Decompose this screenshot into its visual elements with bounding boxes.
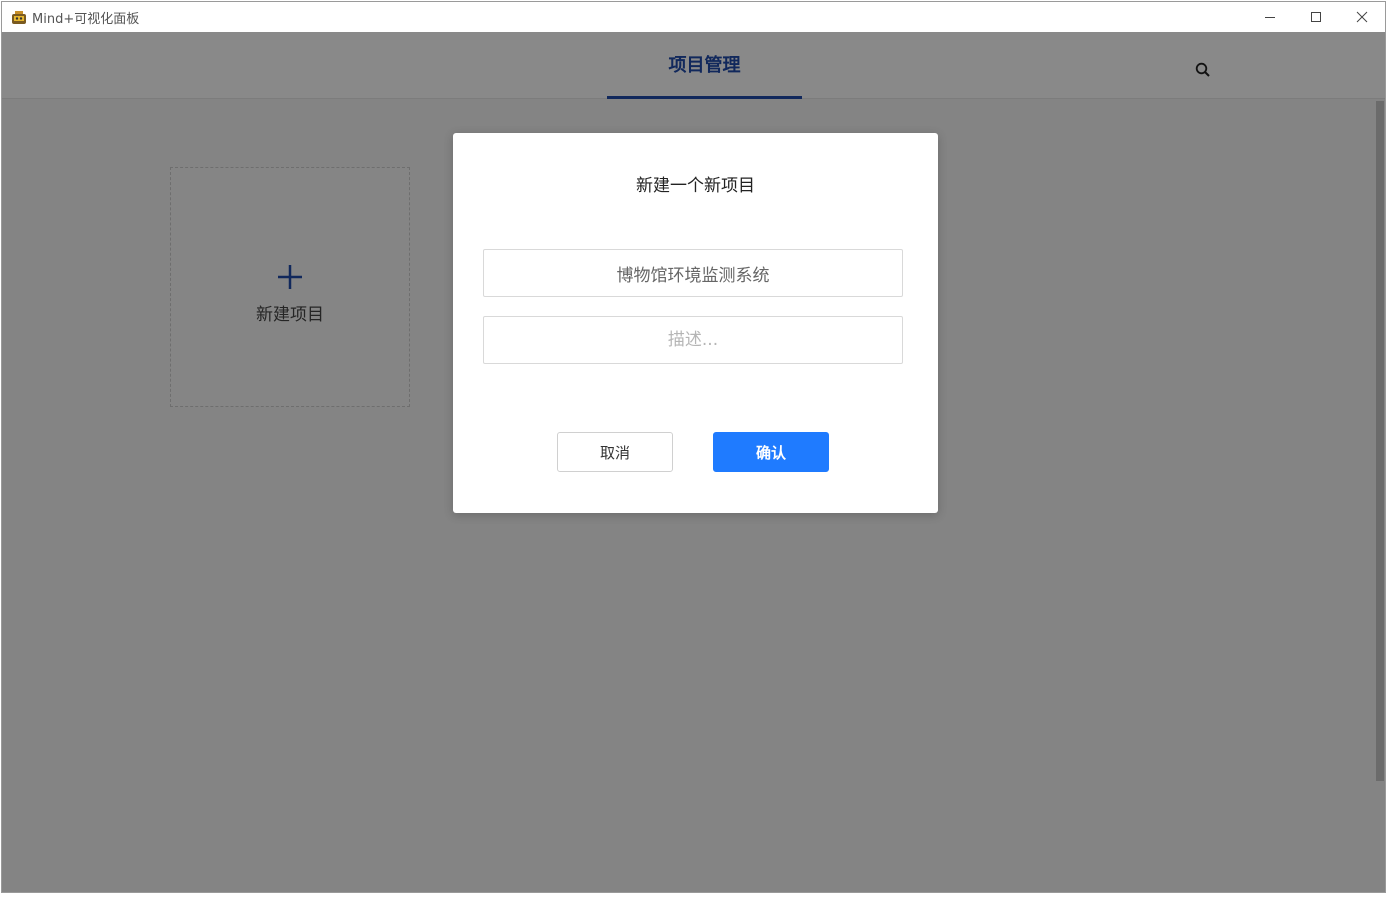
cancel-button[interactable]: 取消 (557, 432, 673, 472)
maximize-icon (1311, 12, 1321, 22)
project-description-input[interactable] (483, 316, 903, 364)
window-title: Mind+可视化面板 (32, 11, 140, 27)
dialog-title: 新建一个新项目 (636, 176, 755, 196)
close-button[interactable] (1339, 2, 1385, 32)
new-project-dialog: 新建一个新项目 取消 确认 (453, 133, 938, 513)
maximize-button[interactable] (1293, 2, 1339, 32)
app-window: Mind+可视化面板 项目管理 新建项目 新建一个新项目 博物馆环境监测系统 描… (1, 1, 1386, 893)
title-bar[interactable]: Mind+可视化面板 (2, 2, 1385, 32)
minimize-button[interactable] (1247, 2, 1293, 32)
app-logo-icon (11, 9, 27, 25)
window-controls (1247, 2, 1385, 32)
confirm-button[interactable]: 确认 (713, 432, 829, 472)
close-icon (1356, 11, 1368, 23)
minimize-icon (1265, 17, 1275, 18)
project-name-input[interactable] (483, 249, 903, 297)
